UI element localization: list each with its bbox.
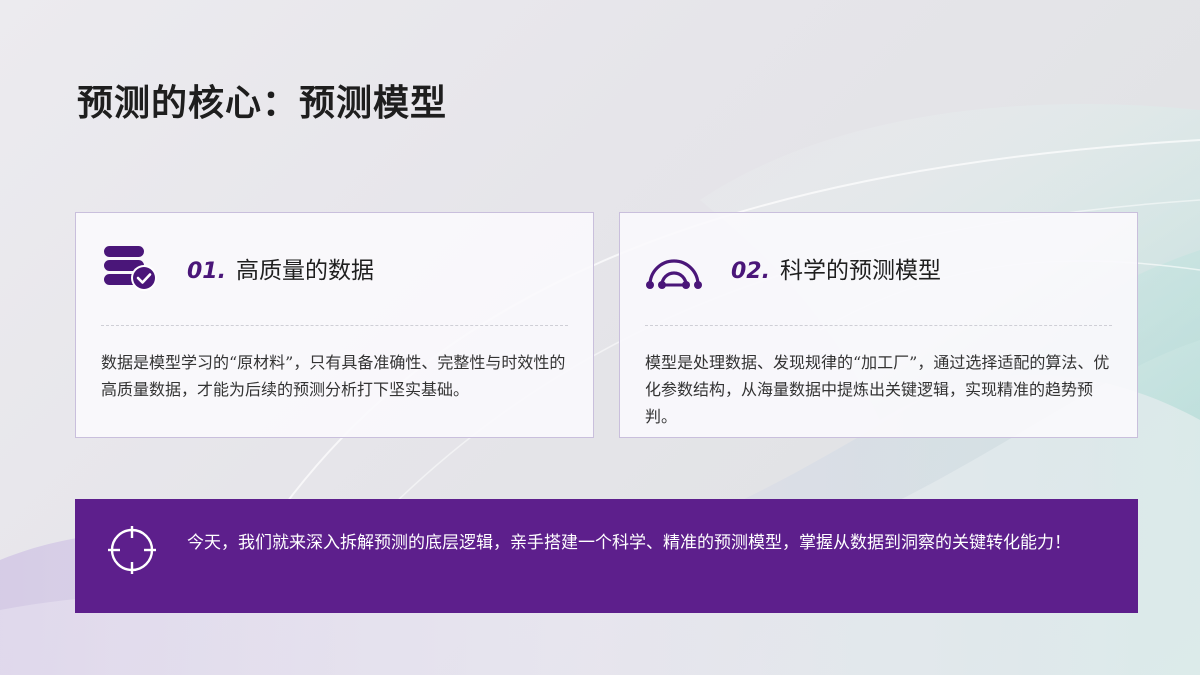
card-heading: 02. 科学的预测模型 (731, 251, 941, 285)
banner-text: 今天，我们就来深入拆解预测的底层逻辑，亲手搭建一个科学、精准的预测模型，掌握从数… (187, 533, 1071, 553)
card-quality-data: 01. 高质量的数据 数据是模型学习的“原材料”，只有具备准确性、完整性与时效性… (75, 212, 594, 438)
summary-banner: 今天，我们就来深入拆解预测的底层逻辑，亲手搭建一个科学、精准的预测模型，掌握从数… (75, 499, 1138, 613)
card-title: 高质量的数据 (235, 258, 374, 284)
divider (645, 325, 1112, 326)
card-number: 01. (187, 259, 226, 284)
divider (101, 325, 568, 326)
card-heading: 01. 高质量的数据 (187, 251, 374, 285)
card-title: 科学的预测模型 (779, 258, 941, 284)
card-description: 数据是模型学习的“原材料”，只有具备准确性、完整性与时效性的高质量数据，才能为后… (101, 353, 566, 399)
target-crosshair-icon (108, 526, 156, 574)
card-scientific-model: 02. 科学的预测模型 模型是处理数据、发现规律的“加工厂”，通过选择适配的算法… (619, 212, 1138, 438)
card-description: 模型是处理数据、发现规律的“加工厂”，通过选择适配的算法、优化参数结构，从海量数… (645, 353, 1110, 426)
page-title: 预测的核心：预测模型 (77, 82, 448, 124)
arc-nodes-icon (646, 259, 702, 289)
card-number: 02. (731, 259, 770, 284)
database-check-icon (104, 246, 157, 291)
